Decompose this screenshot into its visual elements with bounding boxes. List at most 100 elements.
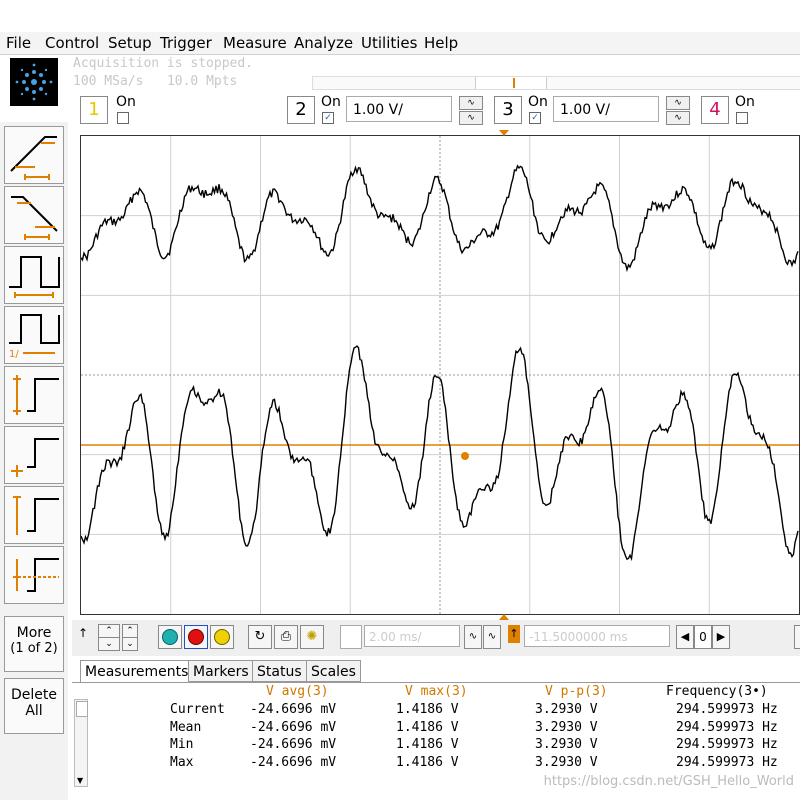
horizontal-scale-field[interactable]: 2.00 ms/	[364, 625, 460, 647]
delete-all-label: All	[25, 703, 43, 719]
vpp-value: 3.2930 V	[535, 754, 598, 770]
rise-time-button[interactable]	[4, 126, 64, 184]
delete-all-button[interactable]: Delete All	[4, 678, 64, 734]
channel-2-scale-down-button[interactable]: ∿	[459, 111, 483, 125]
acquisition-rate: 100 MSa/s 10.0 Mpts	[73, 74, 237, 89]
vpp-icon	[13, 375, 59, 415]
vpp-value: 3.2930 V	[535, 737, 598, 752]
memory-depth: 10.0 Mpts	[166, 74, 238, 89]
trigger-top-marker	[499, 130, 509, 136]
tab-scales[interactable]: Scales	[306, 660, 361, 682]
measurement-toolbar: 1/ More (1 of 2) Delete All	[0, 122, 68, 800]
v-avg-button[interactable]	[4, 546, 64, 604]
period-button[interactable]	[4, 246, 64, 304]
position-left-button[interactable]: ◀	[676, 625, 694, 649]
vavg-value: -24.6696 mV	[250, 737, 337, 752]
tab-markers[interactable]: Markers	[188, 660, 254, 682]
channel-2-scale-up-button[interactable]: ∿	[459, 96, 483, 110]
channel-4-checkbox[interactable]	[736, 112, 748, 124]
bar-edge-button[interactable]	[794, 625, 800, 649]
position-right-button[interactable]: ▶	[712, 625, 730, 649]
menu-trigger[interactable]: Trigger	[160, 34, 212, 52]
col-header-vpp: V p-p(3)	[545, 684, 608, 699]
marker-cyan-button[interactable]	[158, 625, 182, 649]
marker-red-button[interactable]	[184, 625, 208, 649]
nav-up-up-button[interactable]: ⌃	[98, 624, 120, 638]
menu-measure[interactable]: Measure	[223, 34, 287, 52]
tab-measurements[interactable]: Measurements	[80, 660, 194, 682]
period-icon	[9, 256, 60, 298]
brightness-icon[interactable]: ✺	[300, 625, 324, 649]
channel-2-scale-field[interactable]: 1.00 V/	[346, 96, 452, 122]
channel-2-button[interactable]: 2	[287, 96, 315, 124]
channel-1-on-label: On	[116, 94, 136, 110]
channel-4-on-label: On	[735, 94, 755, 110]
channel-4-button[interactable]: 4	[701, 96, 729, 124]
autoscale-icon[interactable]: ↻	[248, 625, 272, 649]
measurements-scrollbar[interactable]: ▼	[74, 699, 88, 787]
vavg-value: -24.6696 mV	[250, 719, 337, 735]
v-max-button[interactable]	[4, 486, 64, 544]
frequency-value: 294.599973 Hz	[676, 754, 778, 770]
cursor-arrow-icon[interactable]: ↑	[78, 626, 88, 640]
channel-1-checkbox[interactable]	[117, 112, 129, 124]
sample-rate: 100 MSa/s	[73, 74, 144, 89]
frequency-value: 294.599973 Hz	[676, 737, 778, 752]
waveform-display[interactable]	[80, 130, 800, 620]
menu-setup[interactable]: Setup	[108, 34, 152, 52]
trigger-ref-icon: ↑	[508, 625, 520, 643]
horiz-scale-right-button[interactable]: ∿	[483, 625, 501, 649]
menu-analyze[interactable]: Analyze	[294, 34, 353, 52]
horizontal-position-field[interactable]: -11.5000000 ms	[524, 625, 670, 647]
marker-yellow-button[interactable]	[210, 625, 234, 649]
menu-file[interactable]: File	[6, 34, 31, 52]
svg-text:1/: 1/	[9, 349, 19, 360]
horizontal-control-bar: ↑ ⌃ ⌄ ⌃ ⌄ ↻ ⎙ ✺ 2.00 ms/ ∿ ∿ ↑ -11.50000…	[72, 620, 800, 656]
vpp-value: 3.2930 V	[535, 702, 598, 717]
horiz-scale-left-button[interactable]: ∿	[464, 625, 482, 649]
vmin-icon	[11, 438, 59, 477]
v-min-button[interactable]	[4, 426, 64, 484]
row-label: Min	[170, 737, 194, 752]
channel-3-scale-field[interactable]: 1.00 V/	[553, 96, 659, 122]
vavg-value: -24.6696 mV	[250, 754, 337, 770]
waveform-svg	[80, 132, 799, 614]
menu-bar: File Control Setup Trigger Measure Analy…	[0, 32, 800, 55]
trigger-position-marker	[513, 78, 515, 88]
nav-down-down-button[interactable]: ⌄	[98, 637, 120, 651]
vmax-icon	[13, 496, 59, 535]
channel-2-on-label: On	[321, 94, 341, 110]
channel-3-checkbox[interactable]: ✓	[529, 112, 541, 124]
frequency-button[interactable]: 1/	[4, 306, 64, 364]
channel-3-on-label: On	[528, 94, 548, 110]
vmax-value: 1.4186 V	[396, 719, 459, 735]
frequency-value: 294.599973 Hz	[676, 702, 778, 717]
agilent-logo-icon	[10, 58, 58, 106]
more-page-label: (1 of 2)	[10, 641, 58, 656]
time-overview-bar[interactable]	[312, 76, 800, 90]
tab-status[interactable]: Status	[252, 660, 307, 682]
watermark: https://blog.csdn.net/GSH_Hello_World	[543, 774, 794, 789]
channel-3-button[interactable]: 3	[494, 96, 522, 124]
horizontal-blank-box[interactable]	[340, 625, 362, 649]
vmax-value: 1.4186 V	[396, 702, 459, 717]
channel-3-scale-down-button[interactable]: ∿	[666, 111, 690, 125]
nav-down-button[interactable]: ⌄	[122, 637, 138, 651]
row-label: Max	[170, 754, 194, 770]
channel-3-scale-up-button[interactable]: ∿	[666, 96, 690, 110]
menu-help[interactable]: Help	[424, 34, 458, 52]
channel-1-button[interactable]: 1	[80, 96, 108, 124]
v-pp-button[interactable]	[4, 366, 64, 424]
menu-utilities[interactable]: Utilities	[361, 34, 417, 52]
nav-up-button[interactable]: ⌃	[122, 624, 138, 638]
more-button[interactable]: More (1 of 2)	[4, 616, 64, 672]
rise-time-icon	[10, 136, 57, 180]
channel-2-checkbox[interactable]: ✓	[322, 112, 334, 124]
fall-time-button[interactable]	[4, 186, 64, 244]
frequency-icon: 1/	[9, 314, 60, 360]
print-icon[interactable]: ⎙	[274, 625, 298, 649]
vavg-value: -24.6696 mV	[250, 702, 337, 717]
vpp-value: 3.2930 V	[535, 719, 598, 735]
menu-control[interactable]: Control	[45, 34, 99, 52]
graticule	[81, 136, 799, 614]
